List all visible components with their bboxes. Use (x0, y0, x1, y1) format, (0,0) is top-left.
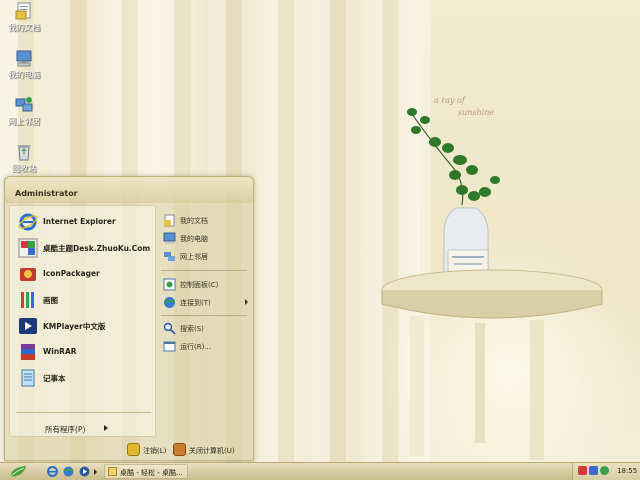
taskbar-window-button[interactable]: 桌酷 - 轻松 - 桌酷... (104, 464, 188, 479)
start-button[interactable] (0, 463, 38, 480)
recycle-bin-icon (18, 145, 30, 161)
shutdown-label: 关闭计算机(U) (189, 447, 235, 455)
zhuoku-icon (18, 238, 38, 258)
leaf-start-icon (9, 466, 26, 478)
desktop-icon-recycle-bin[interactable]: 回收站 (0, 143, 48, 174)
divider (161, 315, 247, 316)
control-panel-icon (163, 278, 176, 291)
shutdown-button[interactable]: 关闭计算机(U) (173, 443, 247, 457)
place-my-computer[interactable]: 我的电脑 (163, 231, 249, 247)
my-computer-icon (163, 232, 176, 244)
network-icon (15, 97, 33, 112)
run-icon (163, 341, 176, 352)
place-search[interactable]: 搜索(S) (163, 321, 249, 337)
tray-security-icon[interactable] (600, 466, 609, 475)
place-label: 控制面板(C) (180, 281, 219, 289)
program-zhuoku[interactable]: 桌酷主题Desk.ZhuoKu.Com (16, 236, 156, 260)
place-label: 运行(R)... (180, 343, 212, 351)
program-label: 桌酷主题Desk.ZhuoKu.Com (43, 244, 151, 253)
ie-icon (18, 213, 38, 231)
program-notepad[interactable]: 记事本 (16, 366, 156, 390)
all-programs-button[interactable]: 所有程序(P) (45, 424, 85, 435)
logoff-button[interactable]: 注销(L) (127, 443, 171, 457)
connect-icon (164, 297, 175, 308)
program-label: 画图 (43, 296, 58, 305)
program-paint[interactable]: 画图 (16, 288, 156, 312)
my-documents-icon (164, 214, 175, 227)
desktop-icon-my-computer[interactable]: 我的电脑 (0, 49, 48, 80)
notepad-icon (21, 369, 35, 387)
program-label: KMPlayer中文版 (43, 322, 106, 331)
stool-image (381, 269, 603, 460)
chevron-right-icon (245, 299, 248, 305)
media-quicklaunch-icon[interactable] (78, 465, 91, 478)
place-label: 我的文档 (180, 217, 208, 225)
folder-docs-icon (15, 2, 31, 20)
divider (16, 412, 151, 413)
program-iconpackager[interactable]: IconPackager (16, 262, 156, 286)
place-network[interactable]: 网上邻居 (163, 249, 249, 265)
desktop-icon-label: 我的电脑 (8, 70, 40, 79)
paint-icon (21, 292, 34, 308)
network-quicklaunch-icon[interactable] (62, 465, 75, 478)
pinned-programs-panel: Internet Explorer 桌酷主题Desk.ZhuoKu.Com Ic… (9, 205, 156, 437)
winrar-icon (21, 344, 35, 360)
program-label: Internet Explorer (43, 217, 116, 226)
program-label: IconPackager (43, 269, 100, 278)
ie-quicklaunch-icon[interactable] (46, 465, 59, 478)
start-menu: Administrator Internet Explorer 桌酷主题Desk… (4, 176, 254, 461)
network-icon (164, 252, 175, 261)
place-label: 我的电脑 (180, 235, 208, 243)
system-tray: 18:55 (572, 463, 640, 480)
search-icon (163, 322, 176, 335)
folder-icon (108, 467, 117, 476)
program-label: WinRAR (43, 347, 77, 356)
tray-app-icon[interactable] (578, 466, 587, 475)
program-kmplayer[interactable]: KMPlayer中文版 (16, 314, 156, 338)
taskbar: 桌酷 - 轻松 - 桌酷... 18:55 (0, 462, 640, 480)
chevron-right-icon (104, 425, 108, 431)
desktop-icon-my-documents[interactable]: 我的文档 (0, 2, 48, 33)
desktop-icon-network-places[interactable]: 网上邻居 (0, 96, 48, 127)
computer-icon (16, 50, 32, 67)
iconpackager-icon (20, 268, 36, 281)
program-winrar[interactable]: WinRAR (16, 340, 156, 364)
places-panel: 我的文档 我的电脑 网上邻居 控制面板(C) 连接到(T) 搜索(S) 运行(R… (157, 205, 251, 435)
place-run[interactable]: 运行(R)... (163, 339, 249, 355)
place-control-panel[interactable]: 控制面板(C) (163, 277, 249, 293)
start-menu-footer: 注销(L) 关闭计算机(U) (5, 439, 253, 461)
taskbar-window-label: 桌酷 - 轻松 - 桌酷... (120, 469, 183, 477)
clock[interactable]: 18:55 (617, 467, 637, 475)
kmplayer-icon (19, 318, 37, 334)
user-name: Administrator (15, 189, 78, 198)
quicklaunch-chevron-icon[interactable] (94, 469, 97, 475)
desktop-icon-label: 我的文档 (8, 23, 40, 32)
place-label: 连接到(T) (180, 299, 211, 307)
place-label: 网上邻居 (180, 253, 208, 261)
place-connect-to[interactable]: 连接到(T) (163, 295, 249, 311)
program-label: 记事本 (43, 374, 66, 383)
logoff-label: 注销(L) (143, 447, 167, 455)
divider (161, 270, 247, 271)
program-internet-explorer[interactable]: Internet Explorer (16, 210, 156, 234)
desktop-icon-label: 网上邻居 (8, 117, 40, 126)
tray-network-icon[interactable] (589, 466, 598, 475)
logoff-icon (127, 443, 140, 456)
place-label: 搜索(S) (180, 325, 204, 333)
place-my-documents[interactable]: 我的文档 (163, 213, 249, 229)
power-icon (173, 443, 186, 456)
desktop-icon-label: 回收站 (12, 164, 36, 173)
